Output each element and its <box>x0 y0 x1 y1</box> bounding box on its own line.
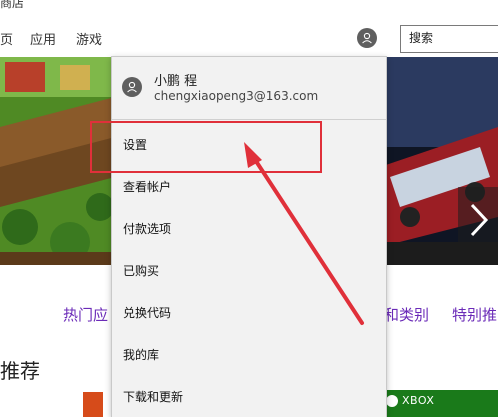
chevron-right-icon <box>470 203 489 237</box>
highlight-box <box>90 121 322 173</box>
section-title: 推荐 <box>0 359 40 383</box>
xbox-label: XBOX <box>402 394 435 407</box>
account-email: chengxiaopeng3@163.com <box>154 89 319 103</box>
search-box <box>400 25 498 53</box>
xbox-logo-icon <box>386 395 398 407</box>
menu-item-downloads-updates[interactable]: 下载和更新 <box>112 377 386 417</box>
menu-item-purchased[interactable]: 已购买 <box>112 251 386 291</box>
nav-item-games[interactable]: 游戏 <box>76 29 102 48</box>
menu-divider <box>112 119 386 120</box>
nav-item-apps[interactable]: 应用 <box>30 29 56 48</box>
menu-item-view-account[interactable]: 查看帐户 <box>112 167 386 207</box>
user-icon <box>362 32 372 44</box>
tile-red[interactable] <box>83 392 103 417</box>
menu-item-label: 我的库 <box>123 348 160 362</box>
menu-item-redeem-code[interactable]: 兑换代码 <box>112 293 386 333</box>
nav-item-home[interactable]: 页 <box>0 29 13 48</box>
banner-next-button[interactable] <box>458 187 498 253</box>
menu-item-my-library[interactable]: 我的库 <box>112 335 386 375</box>
category-link-top-apps[interactable]: 热门应 <box>63 304 108 325</box>
user-icon <box>127 81 137 93</box>
menu-item-label: 兑换代码 <box>123 306 172 320</box>
menu-item-payment-options[interactable]: 付款选项 <box>112 209 386 249</box>
account-button[interactable] <box>357 28 377 48</box>
account-menu: 小鹏 程 chengxiaopeng3@163.com 设置 查看帐户 付款选项… <box>111 56 387 417</box>
menu-item-label: 已购买 <box>123 264 160 278</box>
account-name: 小鹏 程 <box>154 74 198 89</box>
search-input[interactable] <box>401 26 498 50</box>
tile-xbox[interactable]: XBOX <box>380 390 498 417</box>
menu-item-label: 查看帐户 <box>123 180 172 194</box>
menu-item-label: 下载和更新 <box>123 390 184 404</box>
window-title: 商店 <box>0 0 25 10</box>
avatar <box>122 77 142 97</box>
category-link-categories[interactable]: 和类别 <box>384 304 429 325</box>
category-link-featured[interactable]: 特别推 <box>452 304 497 325</box>
menu-item-label: 付款选项 <box>123 222 172 236</box>
